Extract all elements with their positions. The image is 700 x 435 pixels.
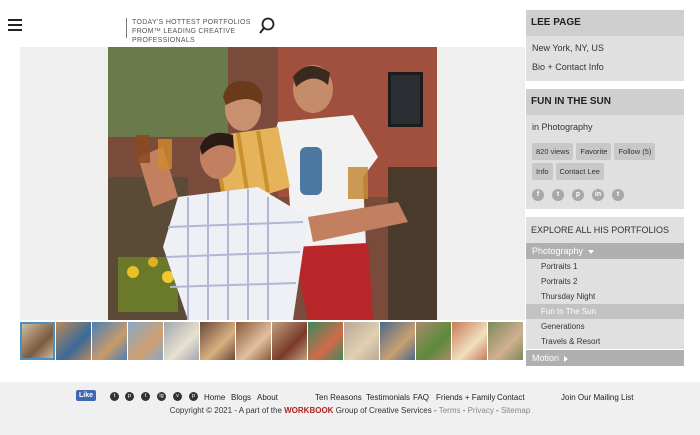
footer-pinterest-icon[interactable]: p xyxy=(125,392,134,401)
thumbnail-strip xyxy=(20,322,525,360)
linkedin-icon[interactable]: in xyxy=(592,189,604,201)
category-motion[interactable]: Motion xyxy=(526,350,684,366)
caret-down-icon xyxy=(588,249,595,254)
artist-location: New York, NY, US xyxy=(532,43,604,53)
footer-pinterest-icon-2[interactable]: p xyxy=(189,392,198,401)
privacy-link[interactable]: Privacy xyxy=(468,406,494,415)
thumbnail[interactable] xyxy=(56,322,91,360)
footer-link-faq[interactable]: FAQ xyxy=(413,393,429,402)
thumbnail[interactable] xyxy=(380,322,415,360)
portfolio-title: FUN IN THE SUN xyxy=(526,89,684,115)
footer-link-home[interactable]: Home xyxy=(204,393,225,402)
thumbnail[interactable] xyxy=(272,322,307,360)
portfolio-link[interactable]: Thursday Night xyxy=(526,289,684,304)
footer-link-friends-family[interactable]: Friends + Family xyxy=(436,393,495,402)
thumbnail[interactable] xyxy=(344,322,379,360)
hamburger-icon[interactable] xyxy=(8,19,22,31)
share-icons: f t p in t xyxy=(526,183,684,209)
artist-name[interactable]: LEE PAGE xyxy=(526,10,684,36)
portfolio-link[interactable]: Portraits 2 xyxy=(526,274,684,289)
thumbnail[interactable] xyxy=(236,322,271,360)
portfolio-link[interactable]: Portraits 1 xyxy=(526,259,684,274)
footer-instagram-icon[interactable]: ig xyxy=(157,392,166,401)
thumbnail[interactable] xyxy=(416,322,451,360)
category-photography-label: Photography xyxy=(532,246,584,256)
footer-twitter-icon[interactable]: t xyxy=(110,392,119,401)
facebook-like-button[interactable]: Like xyxy=(76,390,97,401)
caret-right-icon xyxy=(564,355,571,362)
contact-button[interactable]: Contact Lee xyxy=(555,163,604,180)
sidebar: LEE PAGE New York, NY, US Bio + Contact … xyxy=(526,10,684,374)
footer-link-mailing-list[interactable]: Join Our Mailing List xyxy=(561,393,633,402)
thumbnail[interactable] xyxy=(452,322,487,360)
views-count: 820 views xyxy=(532,143,574,160)
footer-link-blogs[interactable]: Blogs xyxy=(231,393,251,402)
thumbnail[interactable] xyxy=(308,322,343,360)
artist-panel: LEE PAGE New York, NY, US Bio + Contact … xyxy=(526,10,684,81)
favorite-button[interactable]: Favorite xyxy=(576,143,612,160)
footer-link-about[interactable]: About xyxy=(257,393,278,402)
thumbnail[interactable] xyxy=(488,322,523,360)
portfolio-link[interactable]: Fun In The Sun xyxy=(526,304,684,319)
portfolio-panel: FUN IN THE SUN in Photography 820 views … xyxy=(526,89,684,209)
thumbnail[interactable] xyxy=(200,322,235,360)
portfolio-link[interactable]: Travels & Resort xyxy=(526,334,684,349)
portfolio-category[interactable]: in Photography xyxy=(526,115,684,140)
main-photo[interactable] xyxy=(108,47,437,320)
facebook-icon[interactable]: f xyxy=(532,189,544,201)
copyright-suffix: Group of Creative Services - xyxy=(335,406,437,415)
info-button[interactable]: Info xyxy=(532,163,553,180)
terms-link[interactable]: Terms xyxy=(439,406,461,415)
pinterest-icon[interactable]: p xyxy=(572,189,584,201)
follow-button[interactable]: Follow (5) xyxy=(614,143,656,160)
footer-link-testimonials[interactable]: Testimonials xyxy=(366,393,410,402)
portfolio-list: Portraits 1 Portraits 2 Thursday Night Fun … xyxy=(526,259,684,349)
bio-contact-link[interactable]: Bio + Contact Info xyxy=(526,57,684,81)
workbook-logo[interactable]: WORKBOOK xyxy=(284,406,333,415)
category-motion-label: Motion xyxy=(532,353,560,363)
explore-panel: EXPLORE ALL HIS PORTFOLIOS Photography P… xyxy=(526,217,684,366)
tumblr-icon[interactable]: t xyxy=(612,189,624,201)
footer: Like t p t ig v p Home Blogs About Ten R… xyxy=(0,382,700,435)
footer-link-contact[interactable]: Contact xyxy=(497,393,525,402)
portfolio-actions: 820 views Favorite Follow (5) Info Conta… xyxy=(526,140,684,183)
thumbnail[interactable] xyxy=(128,322,163,360)
site-tagline[interactable]: Today's hottest portfolios from™ leading… xyxy=(126,18,252,44)
thumbnail[interactable] xyxy=(92,322,127,360)
copyright-prefix: Copyright © 2021 - A part of the xyxy=(169,406,282,415)
thumbnail[interactable] xyxy=(164,322,199,360)
copyright: Copyright © 2021 - A part of the WORKBOO… xyxy=(169,406,531,415)
footer-link-ten-reasons[interactable]: Ten Reasons xyxy=(315,393,362,402)
search-icon[interactable] xyxy=(258,17,276,35)
footer-vimeo-icon[interactable]: v xyxy=(173,392,182,401)
footer-tumblr-icon[interactable]: t xyxy=(141,392,150,401)
thumbnail[interactable] xyxy=(20,322,55,360)
sitemap-link[interactable]: Sitemap xyxy=(501,406,530,415)
twitter-icon[interactable]: t xyxy=(552,189,564,201)
explore-heading: EXPLORE ALL HIS PORTFOLIOS xyxy=(526,217,684,243)
category-photography[interactable]: Photography xyxy=(526,243,684,259)
portfolio-link[interactable]: Generations xyxy=(526,319,684,334)
